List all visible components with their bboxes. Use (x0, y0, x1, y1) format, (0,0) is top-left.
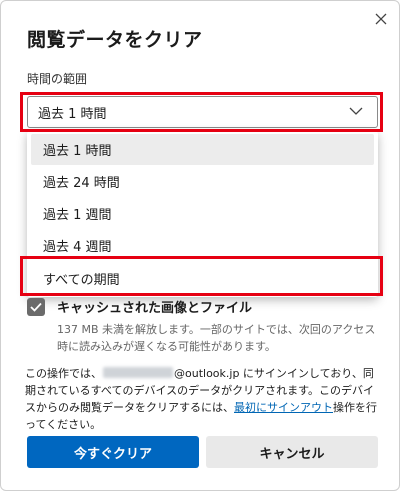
dialog-title: 閲覧データをクリア (27, 29, 203, 51)
chevron-down-icon (349, 107, 363, 115)
close-icon (375, 13, 387, 25)
time-range-selected-value: 過去 1 時間 (38, 106, 107, 122)
notice-account-suffix: @outlook.jp (174, 367, 240, 380)
time-range-option-1-hour[interactable]: 過去 1 時間 (31, 134, 374, 165)
time-range-option-all-time[interactable]: すべての期間 (31, 263, 374, 294)
cache-option-description: 137 MB 未満を解放します。一部のサイトでは、次回のアクセス時に読み込みが遅… (57, 323, 376, 353)
sync-notice: この操作では、 @outlook.jp にサインインしており、同期されているすべて… (25, 365, 381, 433)
time-range-option-24-hours[interactable]: 過去 24 時間 (31, 166, 374, 197)
clear-browsing-data-dialog: 閲覧データをクリア 時間の範囲 過去 1 時間 過去 1 時間 過去 24 時間… (0, 0, 400, 491)
clear-now-button[interactable]: 今すぐクリア (27, 436, 199, 468)
redacted-account-name (103, 367, 173, 378)
time-range-option-4-weeks[interactable]: 過去 4 週間 (31, 230, 374, 261)
cancel-button[interactable]: キャンセル (206, 436, 378, 468)
time-range-option-1-week[interactable]: 過去 1 週間 (31, 198, 374, 229)
notice-prefix: この操作では、 (25, 367, 102, 380)
close-button[interactable] (371, 9, 391, 29)
time-range-label: 時間の範囲 (27, 72, 88, 86)
checkmark-icon (30, 302, 42, 312)
time-range-select[interactable]: 過去 1 時間 (27, 96, 378, 128)
cache-checkbox[interactable] (27, 298, 45, 316)
sign-out-link[interactable]: 最初にサインアウト (234, 401, 333, 414)
cache-option-title: キャッシュされた画像とファイル (57, 301, 253, 316)
time-range-dropdown: 過去 1 時間 過去 24 時間 過去 1 週間 過去 4 週間 すべての期間 (27, 131, 378, 297)
